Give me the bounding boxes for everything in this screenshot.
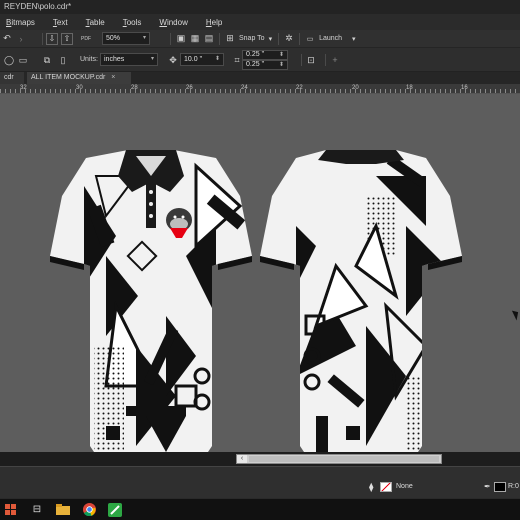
menu-window[interactable]: Window [159, 18, 187, 27]
windows-taskbar: ⊟ [0, 498, 520, 520]
full-screen-icon[interactable]: ▣ [174, 32, 188, 46]
scrollbar-thumb[interactable] [249, 456, 439, 462]
redo-icon[interactable]: › [14, 32, 28, 46]
ruler-ticks [0, 89, 520, 93]
menu-bar: Bitmaps Text Table Tools Window Help [0, 14, 520, 30]
zoom-value: 50% [106, 35, 121, 42]
polo-front-mockup[interactable] [46, 146, 256, 466]
toolbar-separator [301, 54, 302, 66]
grid-icon[interactable]: ▦ [188, 32, 202, 46]
rectangle-icon[interactable]: ◯ [2, 53, 16, 67]
add-page-icon[interactable]: + [328, 53, 342, 67]
toolbar-separator [278, 32, 280, 45]
undo-icon[interactable]: ↶ [0, 32, 14, 46]
menu-text[interactable]: Text [53, 18, 68, 27]
import-icon[interactable]: ⇩ [46, 32, 58, 45]
windows-start-icon[interactable] [2, 501, 20, 519]
offset-x-field[interactable]: 0.25 " ⬍ [242, 50, 288, 60]
units-value: inches [104, 56, 125, 63]
offset-x-value: 0.25 " [246, 51, 265, 58]
fill-status-label: None [396, 483, 413, 490]
zoom-level-select[interactable]: 50% ▾ [102, 32, 150, 45]
square-icon[interactable]: ▭ [16, 53, 30, 67]
rulers-icon[interactable]: ▤ [202, 32, 216, 46]
settings-icon[interactable]: ✲ [282, 32, 296, 46]
nudge-icon: ✥ [169, 54, 177, 65]
toolbar-separator [325, 54, 326, 66]
launch-button[interactable]: Launch [319, 35, 342, 42]
toolbar-separator [219, 32, 220, 45]
toolbar-separator [299, 32, 301, 45]
duplicate-page-icon[interactable]: ⧉ [40, 53, 54, 67]
horizontal-scrollbar[interactable]: ‹ [236, 454, 442, 464]
chevron-down-icon: ▾ [150, 56, 154, 62]
nudge-distance-field[interactable]: 10.0 " ⬍ [180, 53, 224, 66]
outline-status-label: R:0 [508, 483, 519, 490]
fill-icon[interactable]: ⧫ [369, 482, 373, 493]
fill-swatch-none[interactable] [380, 482, 392, 492]
pdf-label: PDF [81, 35, 91, 42]
units-select[interactable]: inches ▾ [100, 53, 158, 66]
file-explorer-icon[interactable] [54, 501, 72, 519]
app-window: REYDEN\polo.cdr* Bitmaps Text Table Tool… [0, 0, 520, 520]
offset-y-field[interactable]: 0.25 " ⬍ [242, 60, 288, 70]
offset-y-value: 0.25 " [246, 61, 265, 68]
coreldraw-icon[interactable] [106, 501, 124, 519]
tab-polo[interactable]: cdr [0, 72, 24, 84]
mouse-cursor-icon [511, 308, 520, 321]
polo-back-mockup[interactable] [256, 146, 466, 466]
status-bar: ⧫ None ✒ R:0 [0, 466, 520, 498]
spinner-icon: ⬍ [214, 56, 220, 62]
standard-toolbar: ↶ › ⇩ ⇧ PDF 50% ▾ ▣ ▦ ▤ ⊞ Snap To ▾ ✲ ▭ L… [0, 30, 520, 48]
menu-table[interactable]: Table [86, 18, 105, 27]
page-layout-icon[interactable]: ▯ [56, 53, 70, 67]
menu-bitmaps[interactable]: Bitmaps [6, 18, 35, 27]
resize-page-icon[interactable]: ⊡ [304, 53, 318, 67]
scroll-left-icon[interactable]: ‹ [237, 455, 247, 463]
launch-icon[interactable]: ▭ [303, 32, 317, 46]
spinner-icon: ⬍ [278, 52, 284, 58]
taskview-icon[interactable]: ⊟ [28, 501, 46, 519]
window-title: REYDEN\polo.cdr* [0, 0, 520, 14]
menu-help[interactable]: Help [206, 18, 222, 27]
snap-to-button[interactable]: Snap To [239, 35, 265, 42]
export-icon[interactable]: ⇧ [61, 32, 73, 45]
toolbar-separator [42, 32, 43, 45]
menu-tools[interactable]: Tools [123, 18, 142, 27]
chevron-down-icon: ▾ [142, 35, 146, 41]
button-icon [149, 190, 153, 194]
tab-label: ALL ITEM MOCKUP.cdr [31, 74, 106, 81]
snap-icon[interactable]: ⊞ [223, 32, 237, 46]
drawing-canvas[interactable] [0, 94, 520, 452]
units-label: Units: [80, 56, 98, 63]
horizontal-ruler[interactable]: 32 30 28 26 24 22 20 18 16 [0, 84, 520, 94]
chrome-icon[interactable] [80, 501, 98, 519]
chevron-down-icon[interactable]: ▾ [352, 35, 356, 43]
button-icon [149, 202, 153, 206]
outline-swatch[interactable] [494, 482, 506, 492]
publish-pdf-icon[interactable]: PDF [76, 32, 96, 46]
tab-all-item-mockup[interactable]: ALL ITEM MOCKUP.cdr × [27, 72, 131, 84]
outline-pen-icon[interactable]: ✒ [484, 482, 491, 491]
nudge-value: 10.0 " [184, 56, 203, 63]
spinner-icon: ⬍ [278, 62, 284, 68]
toolbar-separator [170, 32, 171, 45]
chevron-down-icon[interactable]: ▾ [269, 35, 273, 43]
button-icon [149, 214, 153, 218]
tab-label: cdr [4, 74, 14, 81]
document-tabs: cdr ALL ITEM MOCKUP.cdr × [0, 72, 520, 84]
property-bar: ◯ ▭ ⧉ ▯ Units: inches ▾ ✥ 10.0 " ⬍ ⌗ 0.25 … [0, 48, 520, 72]
close-icon[interactable]: × [111, 74, 115, 81]
